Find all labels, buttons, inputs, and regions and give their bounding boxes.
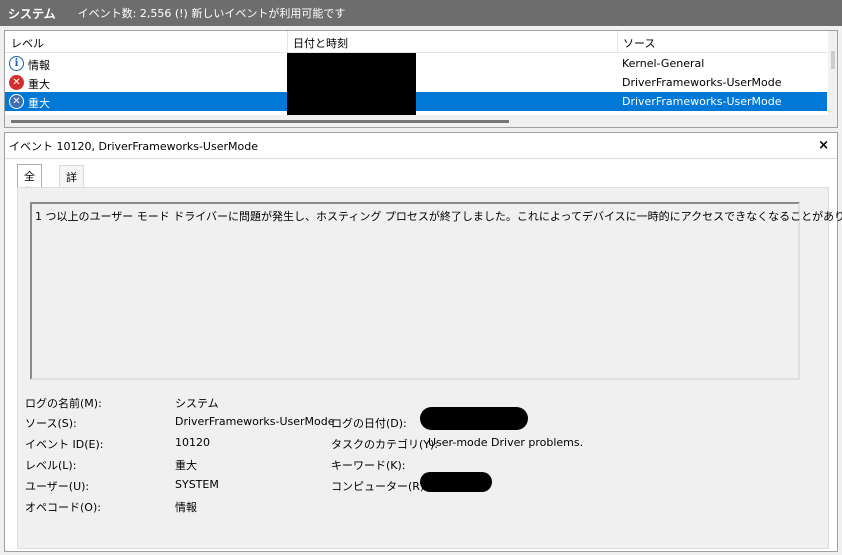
source-label: ソース(S): <box>25 417 77 430</box>
event-level: 重大 <box>28 78 50 91</box>
tab-details[interactable]: 詳細 <box>59 165 84 200</box>
tab-general[interactable]: 全般 <box>17 164 42 199</box>
event-source: Kernel-General <box>622 57 705 70</box>
close-icon[interactable]: × <box>818 138 829 153</box>
keywords-label: キーワード(K): <box>331 459 406 472</box>
event-list-header: レベル 日付と時刻 ソース <box>5 31 827 53</box>
user-label: ユーザー(U): <box>25 480 90 493</box>
redacted-date-column <box>287 53 416 115</box>
log-name-title: システム <box>8 6 56 21</box>
vertical-scrollbar[interactable] <box>828 31 837 127</box>
opcode-label: オペコード(O): <box>25 501 101 514</box>
log-title-bar: システム イベント数: 2,556 (!) 新しいイベントが利用可能です <box>0 0 842 26</box>
event-level: 重大 <box>28 97 50 110</box>
logged-date-label: ログの日付(D): <box>331 417 407 430</box>
event-level: 情報 <box>28 59 50 72</box>
general-tab-body: 1 つ以上のユーザー モード ドライバーに問題が発生し、ホスティング プロセスが… <box>17 187 842 549</box>
log-name-value[interactable]: システム <box>175 395 219 411</box>
computer-label: コンピューター(R): <box>331 480 428 493</box>
event-source: DriverFrameworks-UserMode <box>622 76 782 89</box>
level-label: レベル(L): <box>25 459 77 472</box>
scrollbar-thumb[interactable] <box>831 51 835 69</box>
level-value[interactable]: 重大 <box>175 457 197 473</box>
horizontal-scrollbar[interactable] <box>5 115 828 127</box>
opcode-value[interactable]: 情報 <box>175 499 197 515</box>
column-header-source[interactable]: ソース <box>623 35 655 51</box>
event-row[interactable]: ✕ 重大 DriverFrameworks-UserMode <box>5 73 827 92</box>
critical-icon: ✕ <box>9 75 24 90</box>
event-row[interactable]: i 情報 Kernel-General <box>5 54 827 73</box>
info-icon: i <box>9 56 24 71</box>
task-category-label: タスクのカテゴリ(Y): <box>331 438 439 451</box>
event-message[interactable]: 1 つ以上のユーザー モード ドライバーに問題が発生し、ホスティング プロセスが… <box>30 202 842 380</box>
task-category-value[interactable]: User-mode Driver problems. <box>428 436 583 449</box>
event-detail-pane: イベント 10120, DriverFrameworks-UserMode × … <box>4 132 842 552</box>
critical-icon: ✕ <box>9 94 24 109</box>
event-row-selected[interactable]: ✕ 重大 DriverFrameworks-UserMode <box>5 92 827 111</box>
source-value[interactable]: DriverFrameworks-UserMode <box>175 415 334 428</box>
redacted-computer-value <box>420 472 492 492</box>
event-detail-title: イベント 10120, DriverFrameworks-UserMode <box>9 139 258 153</box>
redacted-date-value <box>420 407 528 430</box>
log-name-label: ログの名前(M): <box>25 397 102 410</box>
column-header-date[interactable]: 日付と時刻 <box>293 35 348 51</box>
scrollbar-thumb[interactable] <box>11 120 509 123</box>
event-list[interactable]: レベル 日付と時刻 ソース i 情報 Kernel-General ✕ 重大 D… <box>4 30 838 128</box>
user-value[interactable]: SYSTEM <box>175 478 219 491</box>
event-id-value[interactable]: 10120 <box>175 436 210 449</box>
event-count-status: イベント数: 2,556 (!) 新しいイベントが利用可能です <box>77 7 346 20</box>
column-header-level[interactable]: レベル <box>11 35 44 51</box>
event-id-label: イベント ID(E): <box>25 438 104 451</box>
event-source: DriverFrameworks-UserMode <box>622 95 782 108</box>
event-detail-header: イベント 10120, DriverFrameworks-UserMode × <box>5 133 837 159</box>
